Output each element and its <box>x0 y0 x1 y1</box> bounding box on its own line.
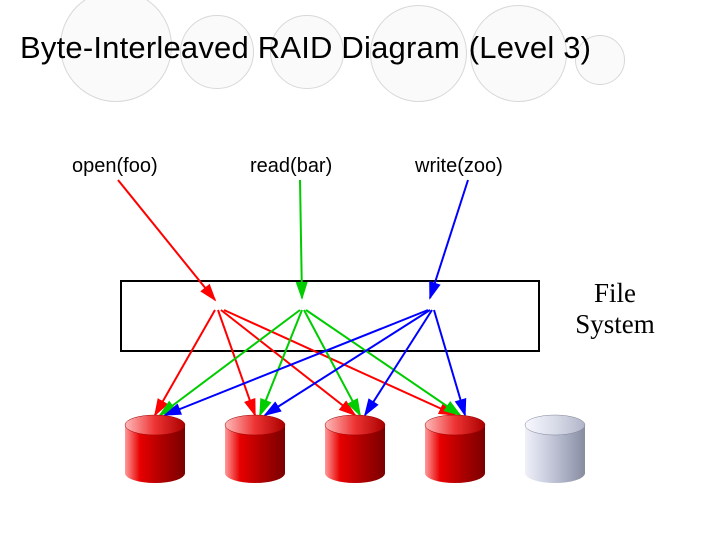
file-system-label: File System <box>560 278 670 340</box>
disk-parity <box>525 415 585 483</box>
op-write-label: write(zoo) <box>415 155 503 178</box>
file-system-box <box>120 280 540 352</box>
disk-data-2 <box>225 415 285 483</box>
slide-title: Byte-Interleaved RAID Diagram (Level 3) <box>20 30 591 66</box>
disk-data-4 <box>425 415 485 483</box>
fs-label-line1: File <box>594 278 636 308</box>
fs-label-line2: System <box>575 309 655 339</box>
op-open-label: open(foo) <box>72 155 158 178</box>
disk-data-1 <box>125 415 185 483</box>
disk-data-3 <box>325 415 385 483</box>
op-read-label: read(bar) <box>250 155 332 178</box>
